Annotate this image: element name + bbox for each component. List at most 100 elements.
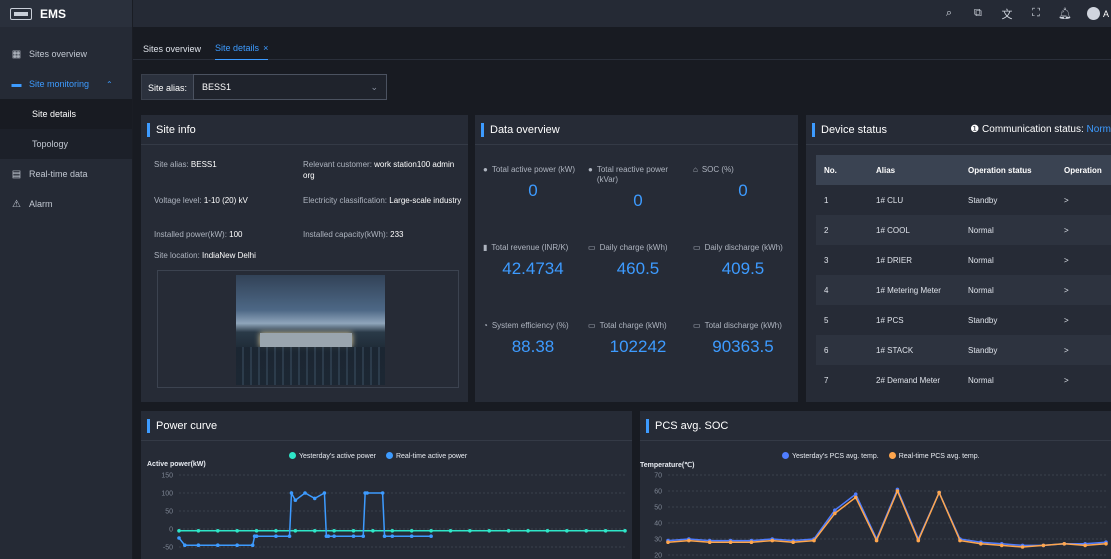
data-point[interactable] xyxy=(623,529,627,533)
data-point[interactable] xyxy=(999,543,1004,548)
data-point[interactable] xyxy=(196,543,201,547)
row-detail-button[interactable]: > xyxy=(1056,275,1111,305)
data-point[interactable] xyxy=(895,489,900,493)
user-initials[interactable]: A xyxy=(1103,9,1109,19)
data-point[interactable] xyxy=(183,543,187,547)
data-point[interactable] xyxy=(728,540,733,544)
data-point[interactable] xyxy=(791,540,795,544)
alias-select[interactable]: BESS1 ⌄ xyxy=(193,74,388,100)
data-point[interactable] xyxy=(833,508,837,512)
data-point[interactable] xyxy=(326,534,331,538)
sidebar-item-site-monitoring[interactable]: ▬ Site monitoring ⌃ xyxy=(0,69,132,99)
data-point[interactable] xyxy=(289,491,294,495)
data-point[interactable] xyxy=(382,534,387,538)
data-point[interactable] xyxy=(853,495,858,500)
data-point[interactable] xyxy=(916,538,921,543)
data-point[interactable] xyxy=(312,529,317,533)
data-point[interactable] xyxy=(380,491,385,495)
data-point[interactable] xyxy=(287,534,292,538)
data-point[interactable] xyxy=(603,529,608,533)
data-point[interactable] xyxy=(274,529,278,533)
data-point[interactable] xyxy=(390,534,395,538)
data-point[interactable] xyxy=(958,538,962,543)
data-point[interactable] xyxy=(874,538,879,543)
data-point[interactable] xyxy=(215,543,220,547)
metric-card: ▭ Daily charge (kWh) 460.5 xyxy=(588,243,688,279)
data-point[interactable] xyxy=(853,492,858,496)
data-point[interactable] xyxy=(1020,545,1025,549)
data-point[interactable] xyxy=(687,538,691,543)
data-point[interactable] xyxy=(526,529,530,533)
data-point[interactable] xyxy=(429,534,433,538)
bell-icon[interactable]: 🔔︎ xyxy=(1058,7,1072,20)
row-detail-button[interactable]: > xyxy=(1056,335,1111,365)
data-point[interactable] xyxy=(293,529,298,533)
avatar[interactable] xyxy=(1086,7,1100,20)
search-icon[interactable]: ⌕ xyxy=(942,7,956,20)
data-point[interactable] xyxy=(584,529,589,533)
data-point[interactable] xyxy=(351,529,356,533)
sidebar-item-site-details[interactable]: Site details xyxy=(0,99,132,129)
data-point[interactable] xyxy=(666,540,670,544)
data-point[interactable] xyxy=(565,529,569,533)
data-point[interactable] xyxy=(1041,543,1046,548)
brand[interactable]: EMS xyxy=(0,0,132,27)
data-point[interactable] xyxy=(332,529,336,533)
data-point[interactable] xyxy=(351,534,356,538)
battery-icon: ▭ xyxy=(588,243,596,252)
data-point[interactable] xyxy=(235,529,239,533)
data-point[interactable] xyxy=(371,529,375,533)
device-table: No. Alias Operation status Operation 1 1#… xyxy=(816,155,1111,395)
data-point[interactable] xyxy=(254,529,259,533)
sidebar-item-sites-overview[interactable]: ▦ Sites overview xyxy=(0,39,132,69)
row-detail-button[interactable]: > xyxy=(1056,215,1111,245)
data-point[interactable] xyxy=(448,529,453,533)
row-detail-button[interactable]: > xyxy=(1056,365,1111,395)
data-point[interactable] xyxy=(235,543,239,547)
translate-icon[interactable]: 文 xyxy=(1000,6,1014,22)
close-icon[interactable]: × xyxy=(263,43,268,53)
data-point[interactable] xyxy=(770,538,775,543)
data-point[interactable] xyxy=(1062,542,1067,546)
row-detail-button[interactable]: > xyxy=(1056,305,1111,335)
data-point[interactable] xyxy=(487,529,492,533)
data-point[interactable] xyxy=(409,529,414,533)
sidebar-item-topology[interactable]: Topology xyxy=(0,129,132,159)
sidebar-item-real-time-data[interactable]: ▤ Real-time data xyxy=(0,159,132,189)
data-point[interactable] xyxy=(506,529,511,533)
fullscreen-icon[interactable]: ⛶ xyxy=(1029,7,1043,20)
data-point[interactable] xyxy=(274,534,278,538)
data-point[interactable] xyxy=(429,529,433,533)
data-point[interactable] xyxy=(254,534,259,538)
data-point[interactable] xyxy=(215,529,220,533)
data-point[interactable] xyxy=(390,529,395,533)
data-point[interactable] xyxy=(1104,542,1108,546)
data-point[interactable] xyxy=(707,540,712,544)
data-point[interactable] xyxy=(409,534,414,538)
row-detail-button[interactable]: > xyxy=(1056,185,1111,215)
data-point[interactable] xyxy=(749,540,754,544)
data-point[interactable] xyxy=(177,529,181,533)
tab-sites-overview[interactable]: Sites overview xyxy=(143,38,201,60)
screenshot-icon[interactable]: ⧉ xyxy=(971,7,985,20)
row-detail-button[interactable]: > xyxy=(1056,245,1111,275)
data-point[interactable] xyxy=(812,538,816,543)
data-point[interactable] xyxy=(1083,543,1087,548)
data-point[interactable] xyxy=(332,534,336,538)
data-point[interactable] xyxy=(545,529,550,533)
data-point[interactable] xyxy=(361,534,366,538)
data-point[interactable] xyxy=(322,491,327,495)
data-point[interactable] xyxy=(303,491,307,495)
data-point[interactable] xyxy=(979,542,983,546)
data-point[interactable] xyxy=(250,543,255,547)
sidebar-item-alarm[interactable]: ⚠ Alarm xyxy=(0,189,132,219)
data-point[interactable] xyxy=(293,498,298,502)
data-point[interactable] xyxy=(312,496,317,501)
data-point[interactable] xyxy=(196,529,201,533)
data-point[interactable] xyxy=(833,511,837,516)
data-point[interactable] xyxy=(937,490,941,495)
tab-site-details[interactable]: Site details × xyxy=(215,38,269,60)
data-point[interactable] xyxy=(365,491,369,495)
data-point[interactable] xyxy=(177,536,181,540)
data-point[interactable] xyxy=(468,529,472,533)
